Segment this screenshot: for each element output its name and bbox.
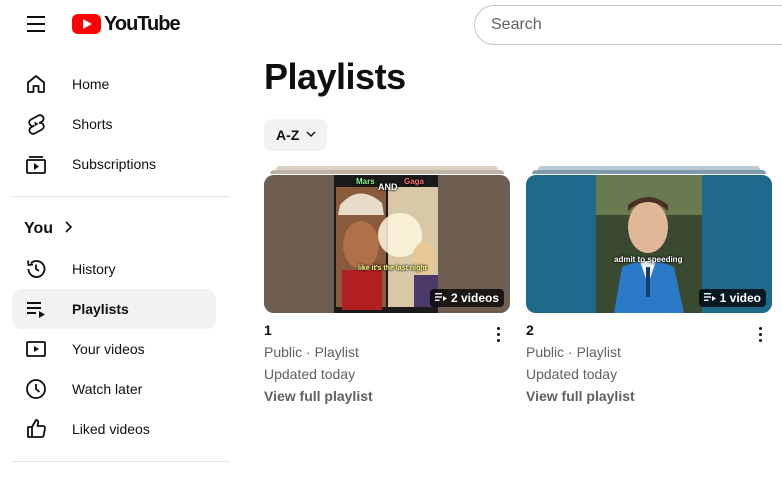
- you-label: You: [24, 220, 54, 237]
- sidebar-item-watch-later[interactable]: Watch later: [12, 369, 216, 409]
- chevron-right-icon: [61, 220, 75, 239]
- search-box[interactable]: [474, 5, 782, 45]
- more-dot: [496, 338, 500, 342]
- sidebar-divider: [12, 461, 230, 462]
- playlist-badge-icon: [434, 291, 447, 305]
- video-count-label: 2 videos: [450, 291, 499, 305]
- playlist-stack-edge: [270, 170, 504, 174]
- youtube-logo[interactable]: YouTube: [72, 12, 181, 36]
- playlist-badge-icon: [703, 291, 716, 305]
- youtube-play-icon: [72, 14, 101, 34]
- sidebar-divider: [12, 196, 230, 197]
- sidebar-item-home[interactable]: Home: [12, 64, 216, 104]
- view-full-playlist-link[interactable]: View full playlist: [264, 388, 373, 404]
- your-videos-icon: [24, 337, 48, 361]
- sidebar-item-label: Your videos: [72, 341, 145, 357]
- playlist-visibility: Public · Playlist: [526, 344, 621, 360]
- sidebar-item-label: History: [72, 261, 116, 277]
- history-icon: [24, 257, 48, 281]
- video-count-badge: 1 video: [698, 289, 766, 307]
- playlists-icon: [24, 297, 48, 321]
- more-dot: [496, 332, 500, 336]
- menu-bar: [27, 30, 45, 32]
- youtube-wordmark: YouTube: [104, 12, 181, 35]
- menu-bar: [27, 23, 45, 25]
- sidebar-item-shorts[interactable]: Shorts: [12, 104, 216, 144]
- watch-later-icon: [24, 377, 48, 401]
- sidebar-item-label: Watch later: [72, 381, 143, 397]
- thumbnail-caption: like it's the last night: [358, 265, 427, 272]
- sidebar-item-label: Subscriptions: [72, 156, 157, 172]
- playlist-stack-edge: [532, 170, 766, 174]
- sidebar-item-your-videos[interactable]: Your videos: [12, 329, 216, 369]
- page-title: Playlists: [264, 56, 406, 97]
- more-dot: [496, 326, 500, 330]
- thumbnail-caption: Gaga: [404, 177, 425, 186]
- menu-bar: [27, 16, 45, 18]
- sidebar-item-label: Shorts: [72, 116, 113, 132]
- video-count-label: 1 video: [719, 291, 761, 305]
- sidebar: Home Shorts Subscriptions You History Pl…: [12, 64, 230, 474]
- more-dot: [758, 338, 762, 342]
- search-input[interactable]: [491, 16, 782, 34]
- chevron-down-icon: [305, 127, 317, 143]
- thumbnail-caption: admit to speeding: [614, 255, 683, 264]
- guide-menu-button[interactable]: [16, 8, 56, 40]
- more-actions-button[interactable]: [486, 322, 510, 346]
- playlist-updated: Updated today: [264, 366, 356, 382]
- sort-label: A-Z: [276, 127, 300, 143]
- playlist-title[interactable]: 1: [264, 322, 272, 338]
- sidebar-item-label: Liked videos: [72, 421, 150, 437]
- subscriptions-icon: [24, 152, 48, 176]
- playlist-title[interactable]: 2: [526, 322, 534, 338]
- playlist-visibility: Public · Playlist: [264, 344, 359, 360]
- shorts-icon: [24, 112, 48, 136]
- sidebar-item-liked-videos[interactable]: Liked videos: [12, 409, 216, 449]
- sidebar-item-label: Home: [72, 76, 110, 92]
- sidebar-item-subscriptions[interactable]: Subscriptions: [12, 144, 216, 184]
- playlist-updated: Updated today: [526, 366, 618, 382]
- sidebar-you-header[interactable]: You: [12, 209, 230, 249]
- view-full-playlist-link[interactable]: View full playlist: [526, 388, 635, 404]
- video-count-badge: 2 videos: [429, 289, 504, 307]
- more-actions-button[interactable]: [748, 322, 772, 346]
- thumbnail-caption: Mars: [356, 177, 375, 186]
- sidebar-item-playlists[interactable]: Playlists: [12, 289, 216, 329]
- thumbnail-caption: AND: [378, 182, 398, 192]
- home-icon: [24, 72, 48, 96]
- more-dot: [758, 326, 762, 330]
- more-dot: [758, 332, 762, 336]
- liked-videos-icon: [24, 417, 48, 441]
- sidebar-item-label: Playlists: [72, 301, 129, 317]
- playlist-thumbnail[interactable]: admit to speeding 1 video: [526, 175, 772, 313]
- playlist-thumbnail[interactable]: Mars Gaga AND like it's the last night 2…: [264, 175, 510, 313]
- sidebar-item-history[interactable]: History: [12, 249, 216, 289]
- sort-dropdown[interactable]: A-Z: [264, 119, 328, 151]
